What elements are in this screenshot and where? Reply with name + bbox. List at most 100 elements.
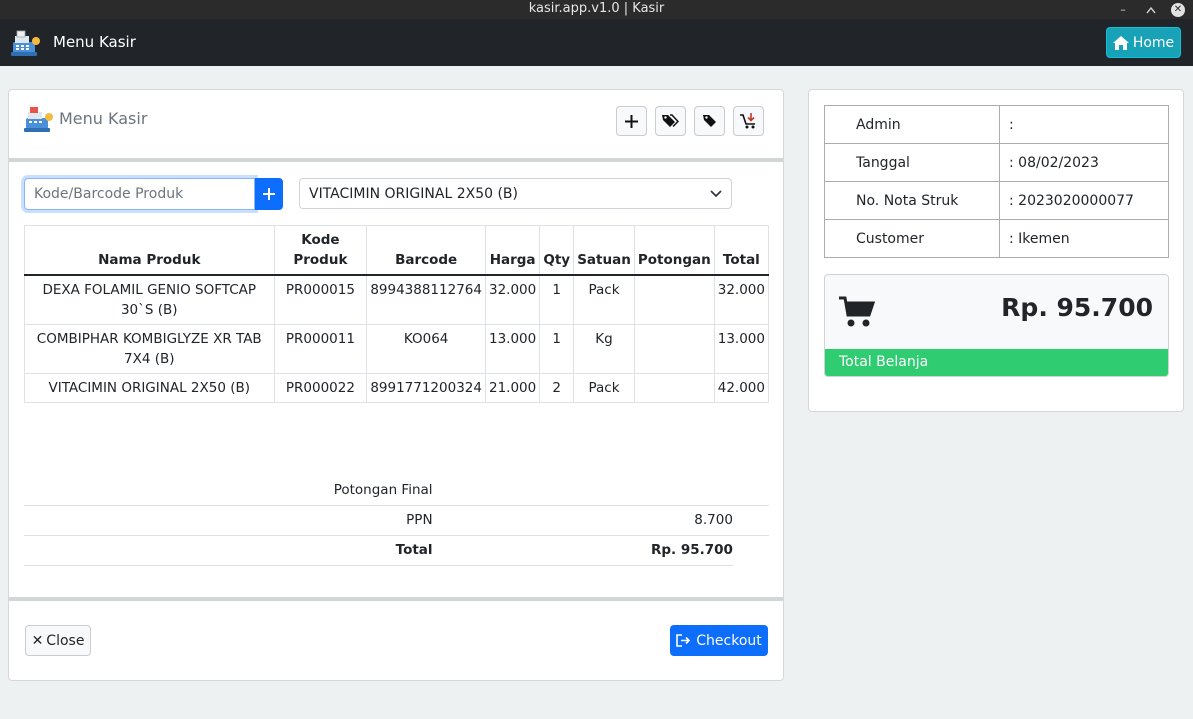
window-controls: – ✕ [1115,0,1185,19]
total-belanja-caption: Total Belanja [825,349,1168,376]
cell-potongan[interactable] [633,274,715,325]
cell-potongan[interactable] [633,373,715,403]
table-row[interactable]: VITACIMIN ORIGINAL 2X50 (B) PR000022 899… [24,373,770,403]
cell-satuan: Pack [573,373,635,403]
card-title: Menu Kasir [59,109,148,128]
product-select[interactable]: VITACIMIN ORIGINAL 2X50 (B) [299,178,732,209]
cell-harga: 32.000 [484,274,541,325]
cell-qty: 1 [539,274,575,325]
close-button[interactable]: ✕ Close [25,625,91,656]
tags-icon [662,114,679,128]
col-harga: Harga [484,225,541,276]
tags-button[interactable] [655,106,686,136]
summary-spacer [732,505,769,536]
table-row[interactable]: COMBIPHAR KOMBIGLYZE XR TAB 7X4 (B) PR00… [24,324,770,374]
close-button-label: Close [46,632,85,649]
minimize-icon[interactable]: – [1115,3,1131,17]
plus-icon [625,114,638,128]
info-row-nota: No. Nota Struk : 2023020000077 [824,181,1169,220]
tag-icon [702,115,716,127]
summary-row-potongan: Potongan Final [24,475,769,506]
cell-satuan: Pack [573,274,635,325]
barcode-input[interactable] [24,178,255,210]
info-row-customer: Customer : Ikemen [824,219,1169,258]
cell-kode: PR000015 [273,274,368,325]
cart-arrow-down-icon [739,113,755,129]
header-divider [9,158,783,162]
col-qty: Qty [539,225,575,276]
summary-row-total: Total Rp. 95.700 [24,535,769,566]
table-header-row: Nama Produk Kode Produk Barcode Harga Qt… [24,225,770,276]
cell-kode: PR000022 [273,373,368,403]
navbar: Menu Kasir Home [0,19,1193,66]
home-icon [1112,35,1129,50]
plus-icon [263,188,275,200]
cell-nama: COMBIPHAR KOMBIGLYZE XR TAB 7X4 (B) [24,324,275,374]
summary-table: Potongan Final PPN 8.700 Total Rp. 95.70… [24,475,769,566]
customer-value: : Ikemen [999,219,1169,258]
ppn-label: PPN [24,505,433,536]
summary-row-ppn: PPN 8.700 [24,505,769,536]
nota-label: No. Nota Struk [824,181,1000,220]
navbar-title: Menu Kasir [53,33,136,51]
summary-spacer [732,475,769,506]
col-barcode: Barcode [366,225,486,276]
nota-value: : 2023020000077 [999,181,1169,220]
cell-total: 13.000 [713,324,770,374]
cell-total: 42.000 [713,373,770,403]
ppn-value: 8.700 [432,505,733,536]
cell-total: 32.000 [713,274,770,325]
window-title: kasir.app.v1.0 | Kasir [528,1,665,16]
table-row[interactable]: DEXA FOLAMIL GENIO SOFTCAP 30`S (B) PR00… [24,274,770,325]
admin-label: Admin [824,105,1000,144]
total-belanja-box: Rp. 95.700 Total Belanja [824,274,1169,377]
total-belanja-amount: Rp. 95.700 [1001,293,1153,322]
cash-register-logo-icon [11,30,40,56]
cart-arrow-down-button[interactable] [733,106,764,136]
admin-value: : [999,105,1169,144]
cell-qty: 2 [539,373,575,403]
customer-label: Customer [824,219,1000,258]
sign-out-icon [676,634,691,647]
shopping-cart-icon [839,296,875,327]
home-button-label: Home [1132,34,1175,51]
tanggal-value: : 08/02/2023 [999,143,1169,182]
transaction-info-card: Admin : Tanggal : 08/02/2023 No. Nota St… [808,89,1184,412]
potongan-final-value[interactable] [432,475,733,506]
cell-satuan: Kg [573,324,635,374]
col-satuan: Satuan [573,225,635,276]
cell-harga: 13.000 [484,324,541,374]
maximize-icon[interactable] [1143,3,1159,17]
footer-divider [9,597,783,601]
cell-kode: PR000011 [273,324,368,374]
col-total: Total [713,225,770,276]
total-value: Rp. 95.700 [432,535,733,566]
close-icon: ✕ [31,632,44,649]
window-titlebar: kasir.app.v1.0 | Kasir – ✕ [0,0,1193,19]
cell-barcode: KO064 [366,324,486,374]
cell-qty: 1 [539,324,575,374]
tag-button[interactable] [694,106,725,136]
add-product-button[interactable] [616,106,647,136]
product-select-value: VITACIMIN ORIGINAL 2X50 (B) [309,185,518,202]
tanggal-label: Tanggal [824,143,1000,182]
cell-barcode: 8991771200324 [366,373,486,403]
cell-nama: VITACIMIN ORIGINAL 2X50 (B) [24,373,275,403]
cashier-card: Menu Kasir VITACIMIN ORIGINAL 2X50 (B) N… [8,89,784,681]
col-kode-produk-label: Kode Produk [293,232,348,268]
cell-potongan[interactable] [633,324,715,374]
transaction-info-table: Admin : Tanggal : 08/02/2023 No. Nota St… [824,105,1169,258]
close-window-icon[interactable]: ✕ [1171,2,1185,17]
home-button[interactable]: Home [1106,27,1181,58]
add-item-button[interactable] [255,178,283,210]
info-row-admin: Admin : [824,105,1169,144]
checkout-button[interactable]: Checkout [670,625,768,656]
cell-harga: 21.000 [484,373,541,403]
cell-barcode: 8994388112764 [366,274,486,325]
col-nama-produk: Nama Produk [24,225,275,276]
items-table: Nama Produk Kode Produk Barcode Harga Qt… [24,225,770,403]
col-potongan: Potongan [633,225,715,276]
summary-spacer [733,535,769,565]
cell-nama: DEXA FOLAMIL GENIO SOFTCAP 30`S (B) [24,274,275,325]
col-kode-produk: Kode Produk [273,225,368,276]
